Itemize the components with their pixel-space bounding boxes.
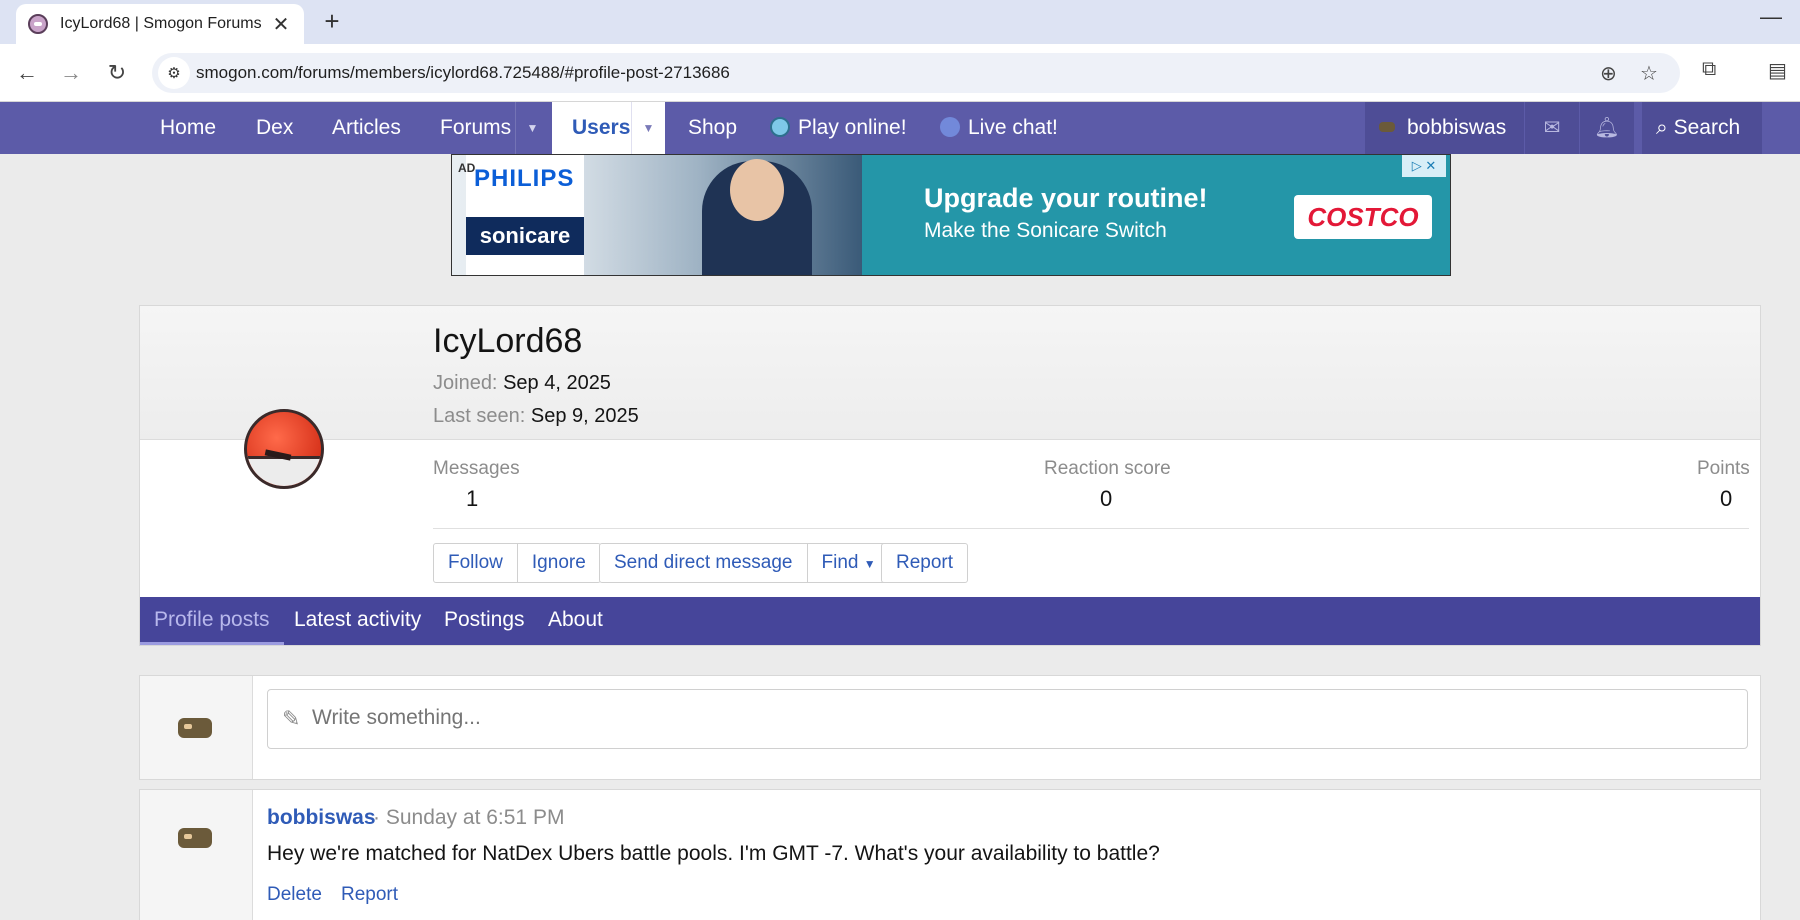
messages-count[interactable]: 1 [466,486,478,512]
ad-banner[interactable]: AD PHILIPS sonicare Upgrade your routine… [451,154,1451,276]
write-something-input[interactable] [312,706,1712,730]
omnibox[interactable]: ⚙ smogon.com/forums/members/icylord68.72… [152,53,1680,93]
nav-play-online[interactable]: Play online! [756,102,921,154]
forum-navigation: Home Dex Articles Forums ▼ Users ▼ Shop … [0,102,1800,154]
report-post-link[interactable]: Report [341,884,398,906]
nav-shop[interactable]: Shop [674,102,751,154]
search-icon: ⌕ [1656,116,1674,139]
composer-gutter [140,676,253,779]
send-direct-message-button[interactable]: Send direct message [600,544,808,582]
joined-date: Sep 4, 2025 [503,372,611,394]
post-author-avatar[interactable] [178,828,212,848]
post-author[interactable]: bobbiswas [267,806,376,830]
points-label: Points [1697,458,1750,479]
minimize-icon[interactable]: — [1760,4,1782,30]
browser-tab-bar: IcyLord68 | Smogon Forums ✕ + — [0,0,1800,44]
joined-label: Joined: [433,372,498,394]
ad-brand: PHILIPS [474,165,575,192]
follow-button[interactable]: Follow [434,544,518,582]
ad-tag: AD [458,161,476,175]
back-icon[interactable]: ← [12,58,42,88]
url-text[interactable]: smogon.com/forums/members/icylord68.7254… [196,63,730,83]
post-body: Hey we're matched for NatDex Ubers battl… [267,842,1160,865]
caret-down-icon: ▼ [863,557,876,571]
nav-home[interactable]: Home [146,102,230,154]
forums-dropdown-icon[interactable]: ▼ [515,102,549,154]
profile-post: bobbiswas · Sunday at 6:51 PM Hey we're … [139,789,1761,920]
pencil-icon: ✎ [282,706,301,731]
address-bar: ← → ↻ ⚙ smogon.com/forums/members/icylor… [0,44,1800,102]
site-info-icon[interactable]: ⚙ [158,57,190,89]
reload-icon[interactable]: ↻ [102,58,132,88]
side-panel-icon[interactable]: ▤ [1768,58,1787,83]
find-button[interactable]: Find ▼ [808,544,890,582]
user-avatar-icon [1379,122,1395,132]
member-profile: IcyLord68 Joined: Sep 4, 2025 Last seen:… [139,305,1761,646]
bell-icon[interactable]: 🔔︎ [1580,102,1634,154]
ad-face-image [730,159,784,221]
bookmark-star-icon[interactable]: ☆ [1640,61,1658,86]
profile-post-composer: ✎ [139,675,1761,780]
account-menu[interactable]: bobbiswas [1365,102,1524,154]
member-avatar[interactable] [244,409,324,489]
nav-articles[interactable]: Articles [318,102,415,154]
adchoices-close-icon[interactable]: ▷ ✕ [1402,155,1446,177]
post-timestamp[interactable]: · Sunday at 6:51 PM [373,806,564,830]
find-label: Find [821,552,859,573]
messages-label: Messages [433,458,520,479]
report-member-button[interactable]: Report [882,544,967,582]
users-dropdown-icon[interactable]: ▼ [631,102,665,154]
search-link[interactable]: ⌕ Search [1642,102,1754,154]
nav-chat-label: Live chat! [968,116,1058,139]
account-link[interactable]: bobbiswas [1365,102,1520,154]
showdown-icon [770,117,790,137]
nav-dex[interactable]: Dex [242,102,307,154]
tab-profile-posts[interactable]: Profile posts [140,597,284,645]
message-find-group: Send direct message Find ▼ [599,543,891,583]
mail-icon[interactable]: ✉ [1525,102,1579,154]
tab-postings[interactable]: Postings [430,597,539,645]
extensions-icon[interactable]: ⧉ [1702,58,1716,81]
tab-latest-activity[interactable]: Latest activity [280,597,435,645]
delete-post-link[interactable]: Delete [267,884,322,906]
ignore-button[interactable]: Ignore [518,544,600,582]
zoom-icon[interactable]: ⊕ [1600,61,1617,86]
reaction-score-label: Reaction score [1044,458,1171,479]
new-tab-icon[interactable]: + [318,6,346,37]
commenter-avatar[interactable] [178,718,212,738]
tab-about[interactable]: About [534,597,617,645]
tab-title: IcyLord68 | Smogon Forums [60,15,262,32]
nav-users[interactable]: Users [552,102,643,154]
ad-headline: Upgrade your routine! [924,183,1208,213]
close-icon[interactable]: ✕ [270,12,292,37]
stats-divider [433,528,1749,529]
last-seen-date: Sep 9, 2025 [530,405,639,427]
ad-advertiser-logo: COSTCO [1294,195,1432,239]
last-seen-row: Last seen: Sep 9, 2025 [433,405,639,428]
search-button[interactable]: ⌕ Search [1642,102,1762,154]
reaction-score-value[interactable]: 0 [1100,486,1112,512]
browser-tab[interactable]: IcyLord68 | Smogon Forums ✕ [16,4,304,44]
nav-forums[interactable]: Forums [426,102,525,154]
search-label: Search [1673,116,1741,139]
profile-header [140,306,1760,440]
report-group: Report [881,543,969,583]
discord-icon [940,117,960,137]
member-username: IcyLord68 [433,322,583,360]
write-something-box[interactable]: ✎ [267,689,1748,749]
avatar-eye [264,449,292,461]
account-name: bobbiswas [1407,116,1507,139]
post-gutter [140,790,253,920]
nav-live-chat[interactable]: Live chat! [926,102,1072,154]
ad-product: sonicare [466,217,584,255]
points-value[interactable]: 0 [1720,486,1732,512]
last-seen-label: Last seen: [433,405,526,427]
forward-icon[interactable]: → [56,58,86,88]
joined-row: Joined: Sep 4, 2025 [433,372,611,395]
profile-tabs: Profile posts Latest activity Postings A… [140,597,1760,645]
follow-ignore-group: Follow Ignore [433,543,601,583]
ad-subtitle: Make the Sonicare Switch [924,219,1167,242]
smogon-favicon-icon [28,14,48,34]
nav-play-label: Play online! [798,116,907,139]
